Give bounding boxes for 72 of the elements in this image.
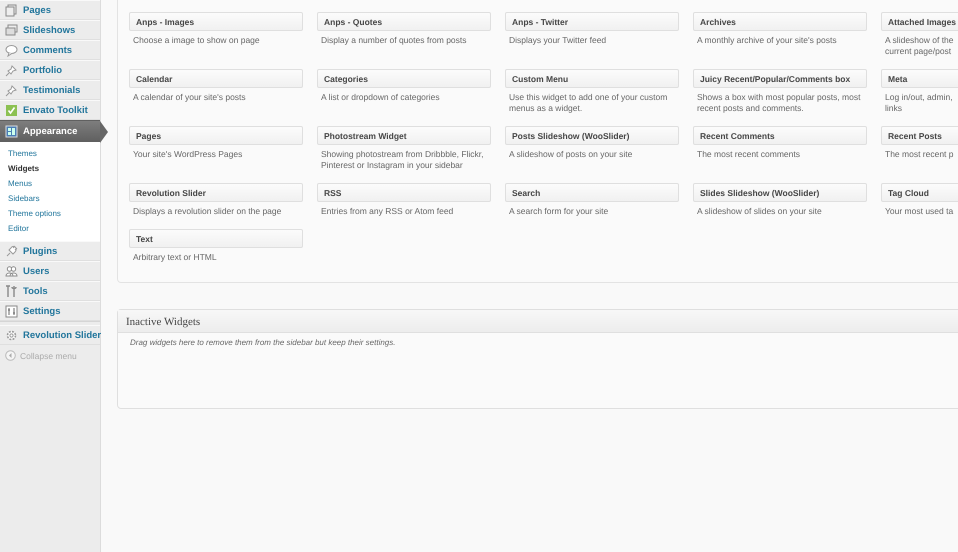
widget-title-bar[interactable]: Custom Menu [505, 69, 679, 88]
sidebar-menu-item[interactable]: Users [0, 261, 100, 281]
widget-title-bar[interactable]: Meta [881, 69, 958, 88]
widget-description: A slideshow of slides on your site [697, 206, 823, 217]
widget-description: Your site's WordPress Pages [133, 149, 244, 160]
widget-title-bar[interactable]: Tag Cloud [881, 183, 958, 202]
tools-icon [5, 284, 18, 298]
widget-description: A slideshow of posts on your site [509, 149, 634, 160]
gear-icon [5, 328, 18, 342]
sidebar-menu-item[interactable]: Pages [0, 0, 100, 20]
submenu-item[interactable]: Sidebars [0, 191, 100, 206]
submenu-item[interactable]: Editor [0, 221, 100, 236]
widget-description: Your most used ta [885, 206, 954, 217]
widget-description: A list or dropdown of categories [321, 92, 441, 103]
widget-description: The most recent p [885, 149, 955, 160]
sidebar-menu-item[interactable]: Testimonials [0, 80, 100, 100]
widget-description: A monthly archive of your site's posts [697, 35, 838, 46]
widget-title-bar[interactable]: Anps - Images [129, 12, 303, 31]
widget-title-bar[interactable]: Photostream Widget [317, 126, 491, 145]
panel-title: Inactive Widgets [118, 310, 958, 333]
widget-description: A search form for your site [509, 206, 610, 217]
sidebar-menu-item[interactable]: Settings [0, 301, 100, 321]
widget-title-bar[interactable]: Recent Posts [881, 126, 958, 145]
widget-title-bar[interactable]: Attached Images [881, 12, 958, 31]
widget-description: The most recent comments [697, 149, 801, 160]
submenu-item[interactable]: Widgets [0, 161, 100, 176]
widget-description: Displays your Twitter feed [509, 35, 608, 46]
widget-description: A slideshow of the current page/post [885, 35, 955, 57]
settings-icon [5, 304, 18, 318]
widget-description: Showing photostream from Dribbble, Flickr, Pinterest or Instagram in your sidebar [321, 149, 485, 171]
layout-icon [5, 124, 18, 138]
widget-description: Displays a revolution slider on the page [133, 206, 282, 217]
widget-title-bar[interactable]: Calendar [129, 69, 303, 88]
widget-title-bar[interactable]: Anps - Twitter [505, 12, 679, 31]
widget-description: Display a number of quotes from posts [321, 35, 468, 46]
submenu-item[interactable]: Themes [0, 146, 100, 161]
widget-description: A calendar of your site's posts [133, 92, 247, 103]
widget-description: Choose a image to show on page [133, 35, 261, 46]
users-icon [5, 264, 18, 278]
submenu-item[interactable]: Menus [0, 176, 100, 191]
widget-title-bar[interactable]: Search [505, 183, 679, 202]
widget-title-bar[interactable]: Anps - Quotes [317, 12, 491, 31]
widget-description: Log in/out, admin, links [885, 92, 954, 114]
widget-description: Arbitrary text or HTML [133, 252, 218, 263]
sidebar-menu-item[interactable]: Tools [0, 281, 100, 301]
widget-title-bar[interactable]: Categories [317, 69, 491, 88]
pushpin-icon [5, 84, 18, 96]
widget-description: Shows a box with most popular posts, most recent posts and comments. [697, 92, 862, 114]
widget-title-bar[interactable]: Slides Slideshow (WooSlider) [693, 183, 867, 202]
widget-title-bar[interactable]: Posts Slideshow (WooSlider) [505, 126, 679, 145]
plug-icon [5, 244, 18, 258]
sidebar-menu-item[interactable]: Comments [0, 40, 100, 60]
pages-icon [5, 4, 18, 16]
panel-description: Drag widgets here to remove them from the sidebar but keep their settings. [130, 338, 396, 347]
widget-title-bar[interactable]: Pages [129, 126, 303, 145]
submenu-item[interactable]: Theme options [0, 206, 100, 221]
sidebar-menu-item[interactable]: Portfolio [0, 60, 100, 80]
widget-title-bar[interactable]: Text [129, 229, 303, 248]
widget-title-bar[interactable]: RSS [317, 183, 491, 202]
widget-description: Use this widget to add one of your custom menus as a widget. [509, 92, 668, 114]
widget-title-bar[interactable]: Recent Comments [693, 126, 867, 145]
widget-title-bar[interactable]: Revolution Slider [129, 183, 303, 202]
widget-title-bar[interactable]: Juicy Recent/Popular/Comments box [693, 69, 867, 88]
sidebar-menu-item[interactable]: Revolution Slider [0, 325, 100, 345]
slideshow-icon [5, 24, 18, 36]
speech-bubble-icon [5, 44, 18, 56]
sidebar-menu-item[interactable]: Plugins [0, 241, 100, 261]
sidebar-menu-item[interactable]: Slideshows [0, 20, 100, 40]
checkmark-icon [5, 104, 18, 116]
widget-title-bar[interactable]: Archives [693, 12, 867, 31]
widget-description: Entries from any RSS or Atom feed [321, 206, 454, 217]
pushpin-icon [5, 64, 18, 76]
